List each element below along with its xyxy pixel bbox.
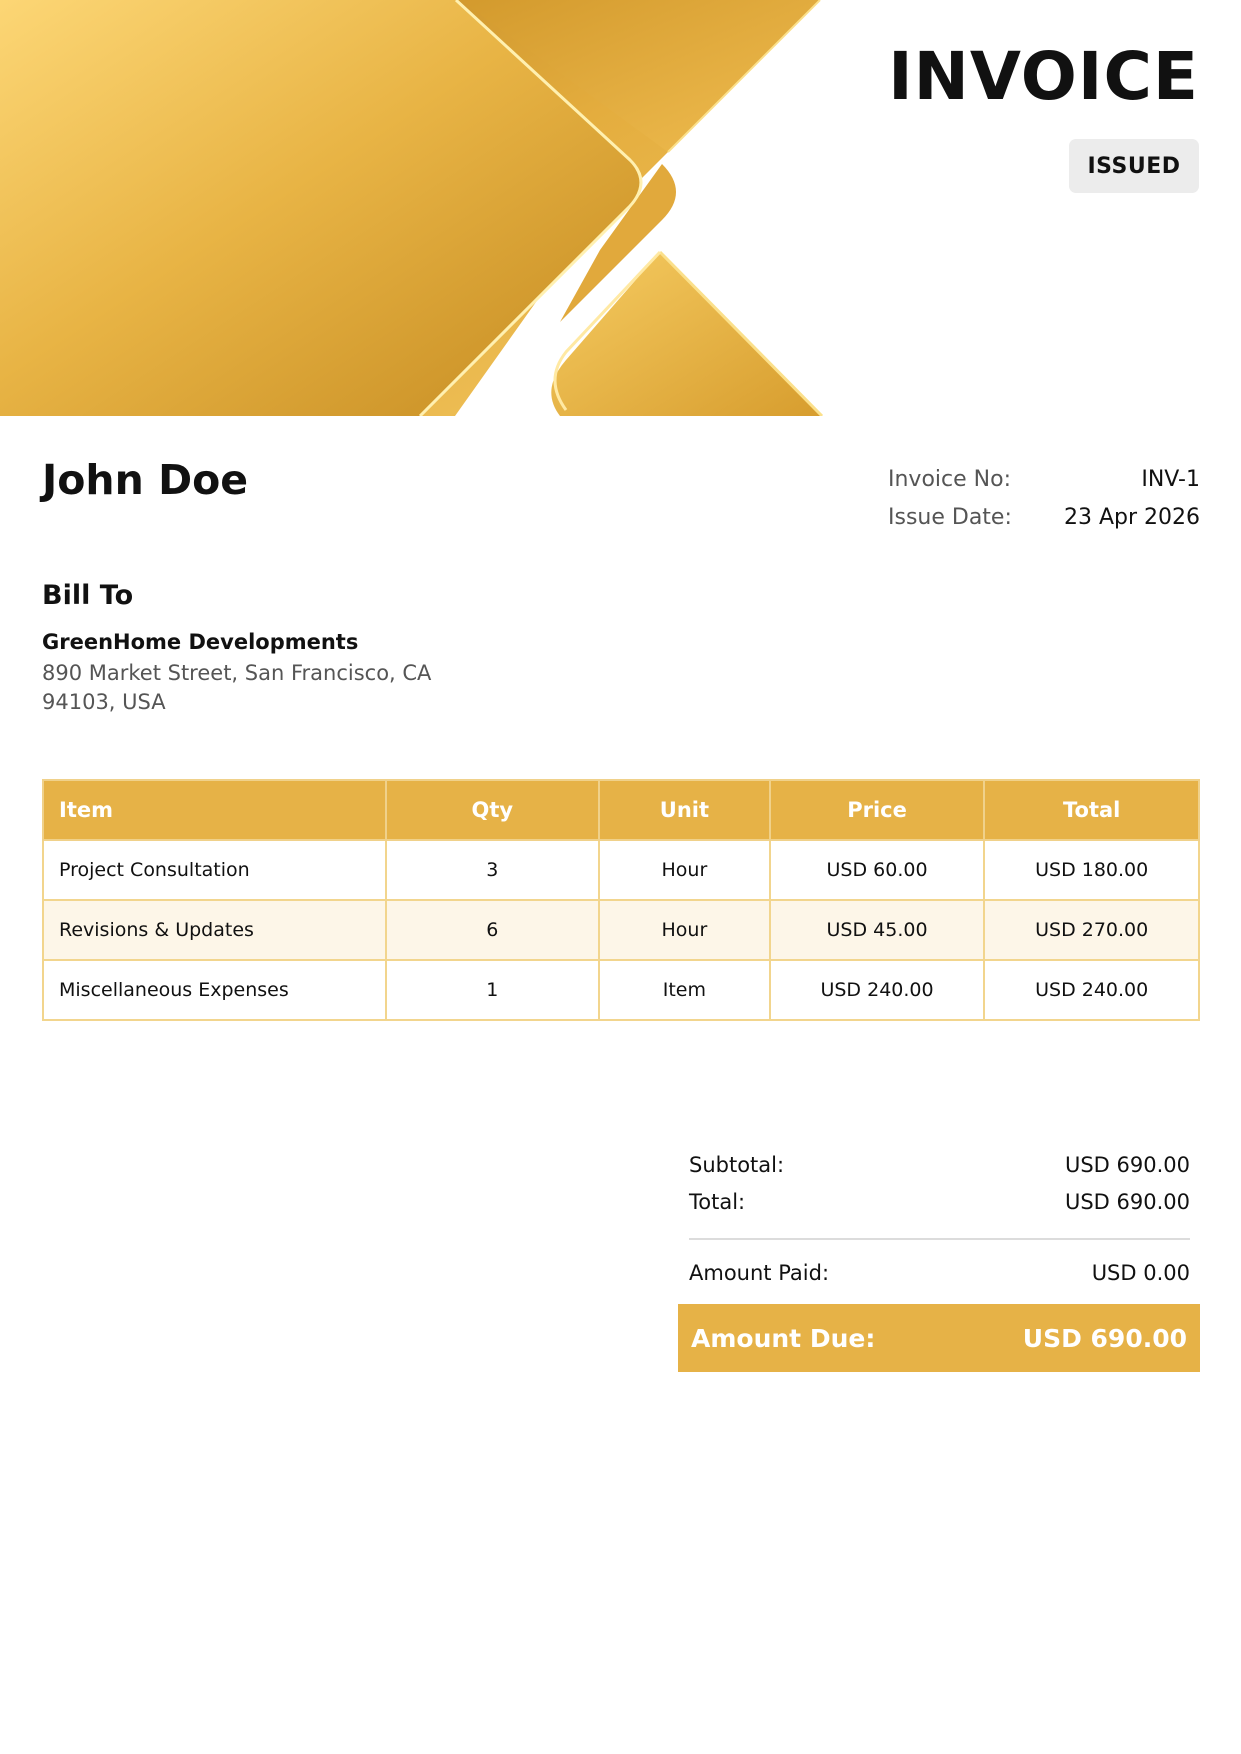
sender-name: John Doe	[42, 456, 249, 504]
cell-price: USD 45.00	[768, 899, 986, 961]
bill-to-company: GreenHome Developments	[42, 630, 359, 654]
issue-date-label: Issue Date:	[888, 504, 1012, 530]
cell-item: Miscellaneous Expenses	[42, 959, 387, 1021]
invoice-meta: Invoice No: INV-1 Issue Date: 23 Apr 202…	[888, 460, 1200, 536]
header-total: Total	[983, 779, 1200, 841]
invoice-number-label: Invoice No:	[888, 466, 1011, 492]
header-qty: Qty	[384, 779, 601, 841]
cell-total: USD 270.00	[983, 899, 1200, 961]
invoice-number-value: INV-1	[1141, 466, 1200, 492]
amount-paid-value: USD 0.00	[1091, 1260, 1190, 1285]
bill-to-heading: Bill To	[42, 580, 134, 611]
cell-unit: Hour	[598, 839, 771, 901]
status-badge: ISSUED	[1069, 139, 1199, 193]
cell-unit: Item	[598, 959, 771, 1021]
header-unit: Unit	[598, 779, 771, 841]
amount-paid-label: Amount Paid:	[689, 1260, 830, 1285]
amount-paid-row: Amount Paid: USD 0.00	[678, 1254, 1200, 1291]
total-value: USD 690.00	[1064, 1189, 1190, 1214]
table-row: Project Consultation 3 Hour USD 60.00 US…	[42, 839, 1200, 901]
header-item: Item	[42, 779, 387, 841]
cell-item: Revisions & Updates	[42, 899, 387, 961]
table-row: Miscellaneous Expenses 1 Item USD 240.00…	[42, 959, 1200, 1021]
table-header-row: Item Qty Unit Price Total	[42, 779, 1200, 841]
issue-date-row: Issue Date: 23 Apr 2026	[888, 498, 1200, 536]
cell-unit: Hour	[598, 899, 771, 961]
cell-item: Project Consultation	[42, 839, 387, 901]
subtotal-label: Subtotal:	[689, 1152, 785, 1177]
bill-to-address: 890 Market Street, San Francisco, CA 941…	[42, 661, 432, 714]
amount-due-label: Amount Due:	[691, 1323, 876, 1353]
invoice-number-row: Invoice No: INV-1	[888, 460, 1200, 498]
cell-total: USD 240.00	[983, 959, 1200, 1021]
subtotal-row: Subtotal: USD 690.00	[678, 1146, 1200, 1183]
cell-total: USD 180.00	[983, 839, 1200, 901]
cell-price: USD 60.00	[768, 839, 986, 901]
cell-qty: 1	[384, 959, 601, 1021]
cell-qty: 3	[384, 839, 601, 901]
total-label: Total:	[689, 1189, 746, 1214]
issue-date-value: 23 Apr 2026	[1063, 504, 1200, 530]
header-price: Price	[768, 779, 986, 841]
table-row: Revisions & Updates 6 Hour USD 45.00 USD…	[42, 899, 1200, 961]
bill-to-section: Bill To GreenHome Developments 890 Marke…	[42, 580, 542, 717]
amount-due-bar: Amount Due: USD 690.00	[678, 1304, 1200, 1372]
subtotal-value: USD 690.00	[1064, 1152, 1190, 1177]
invoice-title: INVOICE	[888, 38, 1199, 115]
amount-due-value: USD 690.00	[1022, 1323, 1187, 1353]
cell-price: USD 240.00	[768, 959, 986, 1021]
summary-divider	[689, 1238, 1190, 1240]
cell-qty: 6	[384, 899, 601, 961]
line-items-table: Item Qty Unit Price Total Project Consul…	[42, 779, 1200, 1021]
totals-summary: Subtotal: USD 690.00 Total: USD 690.00 A…	[678, 1146, 1200, 1372]
total-row: Total: USD 690.00	[678, 1183, 1200, 1220]
